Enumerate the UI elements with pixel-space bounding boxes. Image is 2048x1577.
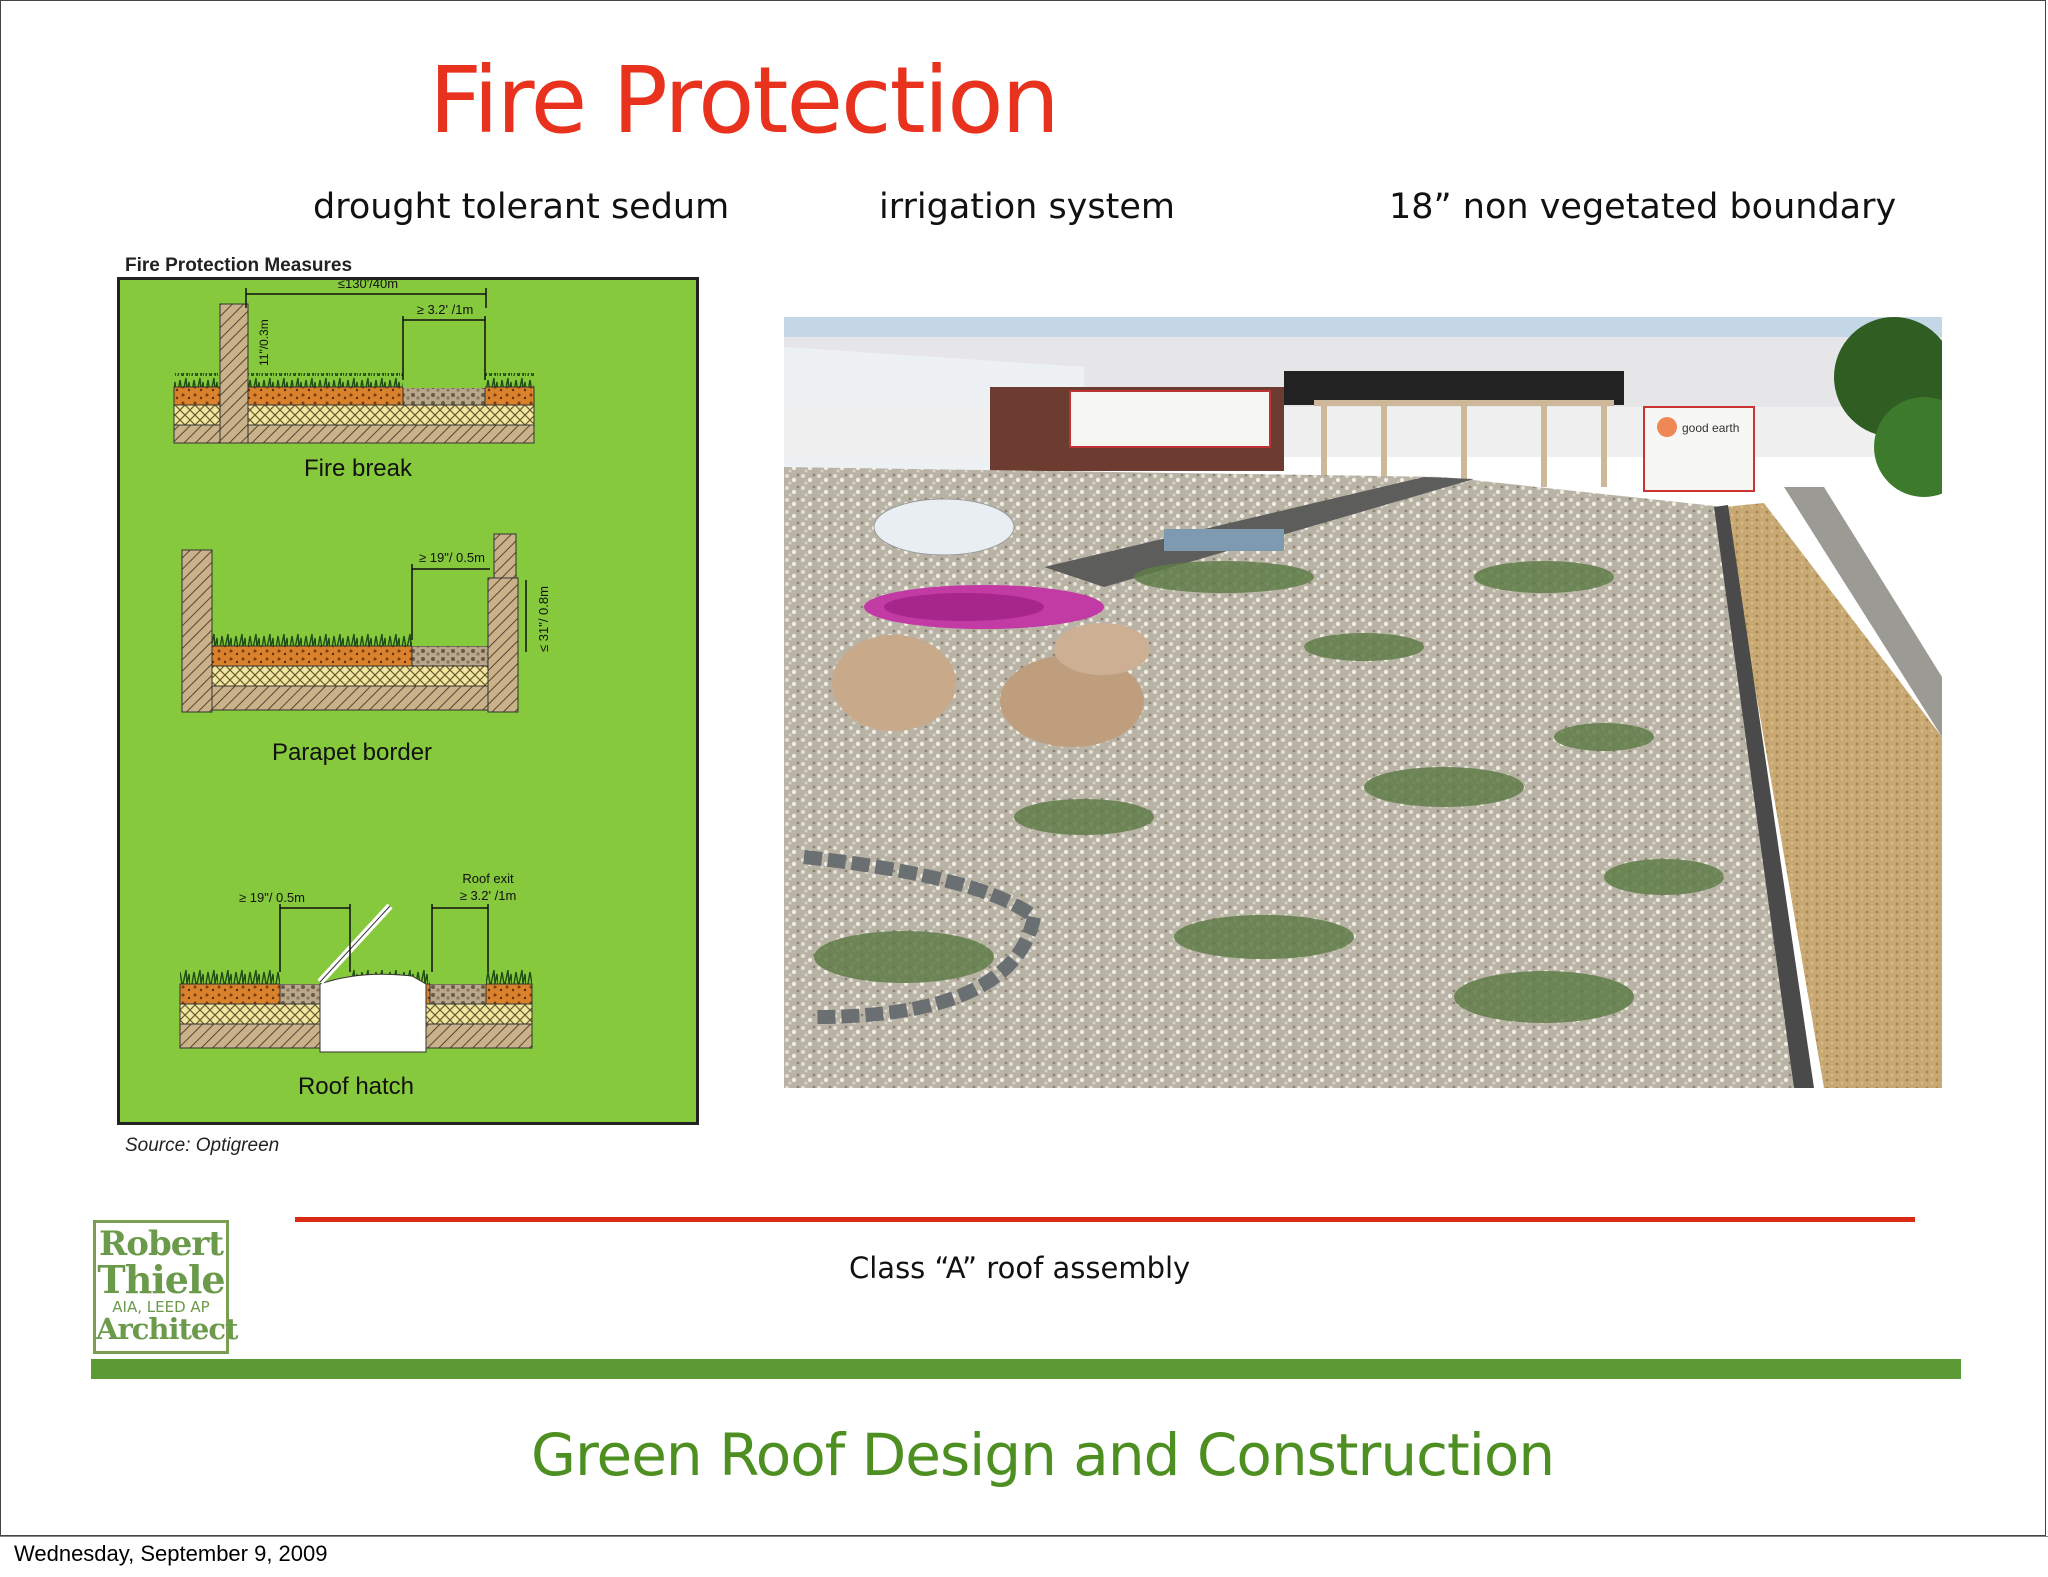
- slide-title: Fire Protection: [429, 47, 1060, 154]
- subhead-boundary: 18” non vegetated boundary: [1389, 187, 1897, 227]
- green-divider: [91, 1359, 1961, 1379]
- photo-sign-text: good earth: [1682, 421, 1739, 435]
- robert-thiele-logo: Robert Thiele AIA, LEED AP Architect: [93, 1220, 238, 1354]
- diagram-source: Source: Optigreen: [125, 1135, 280, 1156]
- roof-exit-dim: ≥ 3.2' /1m: [460, 888, 517, 903]
- footer-title: Green Roof Design and Construction: [531, 1421, 1555, 1489]
- caption-roof-assembly: Class “A” roof assembly: [849, 1251, 1191, 1285]
- roof-exit-label: Roof exit: [462, 871, 514, 886]
- roof-hatch-label: Roof hatch: [298, 1073, 414, 1100]
- fire-break-width-dim: ≤130'/40m: [338, 280, 398, 291]
- fire-break-section: ≤130'/40m ≥ 3.2' /1m 11"/0.3m Fire break: [173, 280, 535, 482]
- slide: Fire Protection drought tolerant sedum i…: [0, 0, 2046, 1536]
- red-divider: [295, 1217, 1915, 1222]
- fire-break-gap-dim: ≥ 3.2' /1m: [417, 302, 474, 317]
- parapet-height-dim: ≤ 31"/ 0.8m: [536, 586, 551, 652]
- logo-line2: Thiele: [97, 1257, 225, 1302]
- logo-line1: Robert: [99, 1224, 224, 1264]
- diagram-heading: Fire Protection Measures: [125, 255, 353, 276]
- subhead-irrigation: irrigation system: [879, 187, 1175, 227]
- roof-hatch-section: ≥ 19"/ 0.5m Roof exit ≥ 3.2' /1m Roof ha…: [179, 871, 533, 1100]
- parapet-gap-dim: ≥ 19"/ 0.5m: [419, 550, 485, 565]
- logo-line4: Architect: [96, 1312, 238, 1346]
- green-roof-photo: good earth: [784, 317, 1942, 1088]
- print-date: Wednesday, September 9, 2009: [14, 1541, 328, 1566]
- roof-hatch-gap-dim: ≥ 19"/ 0.5m: [239, 890, 305, 905]
- fire-break-height-dim: 11"/0.3m: [257, 319, 271, 366]
- subhead-sedum: drought tolerant sedum: [313, 187, 730, 227]
- parapet-border-section: ≥ 19"/ 0.5m ≤ 31"/ 0.8m Parapet border: [181, 533, 551, 766]
- parapet-label: Parapet border: [272, 739, 432, 766]
- fire-break-label: Fire break: [304, 455, 413, 482]
- fire-protection-diagram: ≤130'/40m ≥ 3.2' /1m 11"/0.3m Fire break: [117, 277, 699, 1125]
